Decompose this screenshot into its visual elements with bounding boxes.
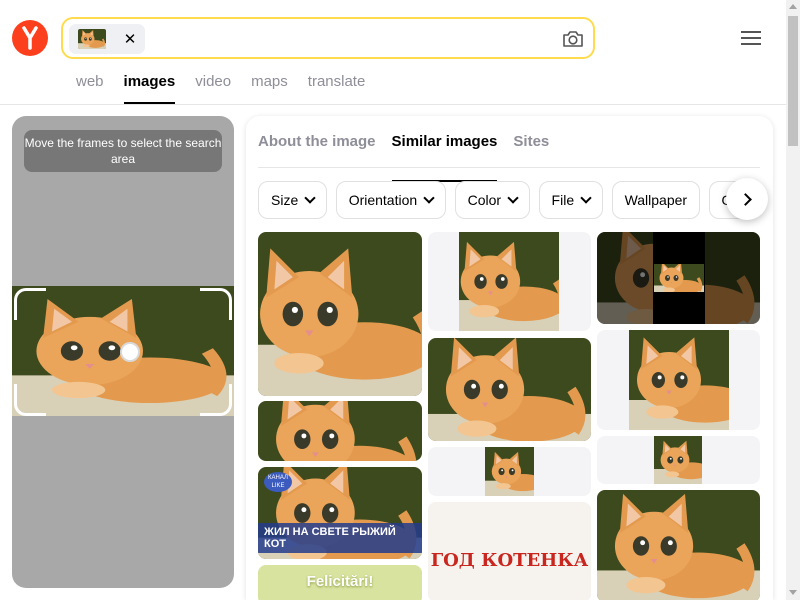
yandex-logo[interactable] [12, 20, 48, 56]
camera-icon[interactable] [561, 27, 585, 51]
filter-size[interactable]: Size [258, 181, 328, 219]
chevron-right-icon [738, 192, 752, 206]
hamburger-menu-icon[interactable] [739, 28, 763, 48]
filter-size-label: Size [271, 192, 299, 208]
filter-wallpaper-label: Wallpaper [624, 192, 688, 208]
crop-frame[interactable] [14, 288, 232, 416]
scrollbar-thumb[interactable] [788, 16, 798, 146]
filter-wallpaper[interactable]: Wallpaper [611, 181, 701, 219]
channel-badge: КАНАЛ LIKE [264, 472, 292, 492]
search-image-chip[interactable]: ✕ [69, 24, 145, 54]
result-image[interactable] [597, 490, 760, 600]
crop-drag-handle[interactable] [120, 342, 140, 362]
filter-color-label: Color [467, 192, 502, 208]
header: ✕ web images video maps translate [0, 0, 786, 105]
filter-bar: Size Orientation Color File Wallpaper Or [258, 181, 768, 219]
filter-orientation-label: Orientation [348, 192, 418, 208]
close-icon[interactable]: ✕ [121, 27, 139, 51]
chevron-down-icon [507, 192, 519, 204]
crop-hint: Move the frames to select the search are… [24, 130, 222, 172]
image-caption: ЖИЛ НА СВЕТЕ РЫЖИЙ КОТ [258, 523, 422, 553]
result-image[interactable] [428, 232, 591, 331]
tab-similar-images[interactable]: Similar images [391, 132, 497, 182]
crop-handle-bottom-right[interactable] [200, 384, 232, 416]
tab-video[interactable]: video [195, 72, 231, 104]
service-tabs: web images video maps translate [76, 72, 385, 104]
tab-about-the-image[interactable]: About the image [258, 132, 376, 168]
tab-web[interactable]: web [76, 72, 104, 104]
result-image[interactable]: ГОД КОТЕНКА [428, 502, 591, 600]
result-image[interactable] [428, 447, 591, 496]
tab-sites[interactable]: Sites [513, 132, 549, 168]
tab-images[interactable]: images [123, 72, 175, 104]
image-text-felicitari: Felicitări! [306, 573, 374, 590]
result-image[interactable] [597, 436, 760, 484]
chevron-down-icon [580, 192, 592, 204]
chevron-down-icon [423, 192, 435, 204]
scroll-down-arrow-icon[interactable] [789, 590, 797, 595]
results-tabs: About the image Similar images Sites [258, 132, 565, 182]
search-box[interactable]: ✕ [61, 17, 595, 59]
result-image[interactable]: КАНАЛ LIKE ЖИЛ НА СВЕТЕ РЫЖИЙ КОТ [258, 467, 422, 559]
video-frame [653, 232, 705, 324]
crop-panel: Move the frames to select the search are… [12, 116, 234, 588]
filter-orientation[interactable]: Orientation [335, 181, 447, 219]
result-image[interactable] [597, 330, 760, 430]
result-image[interactable] [258, 401, 422, 461]
results-card: About the image Similar images Sites Siz… [246, 116, 773, 600]
close-glyph: ✕ [123, 31, 137, 48]
image-text-god-kotenka: ГОД КОТЕНКА [430, 550, 589, 571]
search-image-thumbnail [78, 29, 106, 49]
page-scrollbar[interactable] [786, 0, 800, 600]
crop-handle-top-right[interactable] [200, 288, 232, 320]
tabs-divider [258, 167, 760, 168]
result-image[interactable]: Felicitări! [258, 565, 422, 600]
result-image[interactable] [597, 232, 760, 324]
crop-handle-top-left[interactable] [14, 288, 46, 320]
filter-file-label: File [551, 192, 575, 208]
result-image[interactable] [258, 232, 422, 396]
tab-translate[interactable]: translate [308, 72, 366, 104]
filter-file[interactable]: File [538, 181, 604, 219]
crop-handle-bottom-left[interactable] [14, 384, 46, 416]
chevron-down-icon [304, 192, 316, 204]
tab-maps[interactable]: maps [251, 72, 288, 104]
filters-next-button[interactable] [726, 178, 768, 220]
scroll-up-arrow-icon[interactable] [789, 4, 797, 9]
result-image[interactable] [428, 338, 591, 441]
filter-color[interactable]: Color [454, 181, 531, 219]
